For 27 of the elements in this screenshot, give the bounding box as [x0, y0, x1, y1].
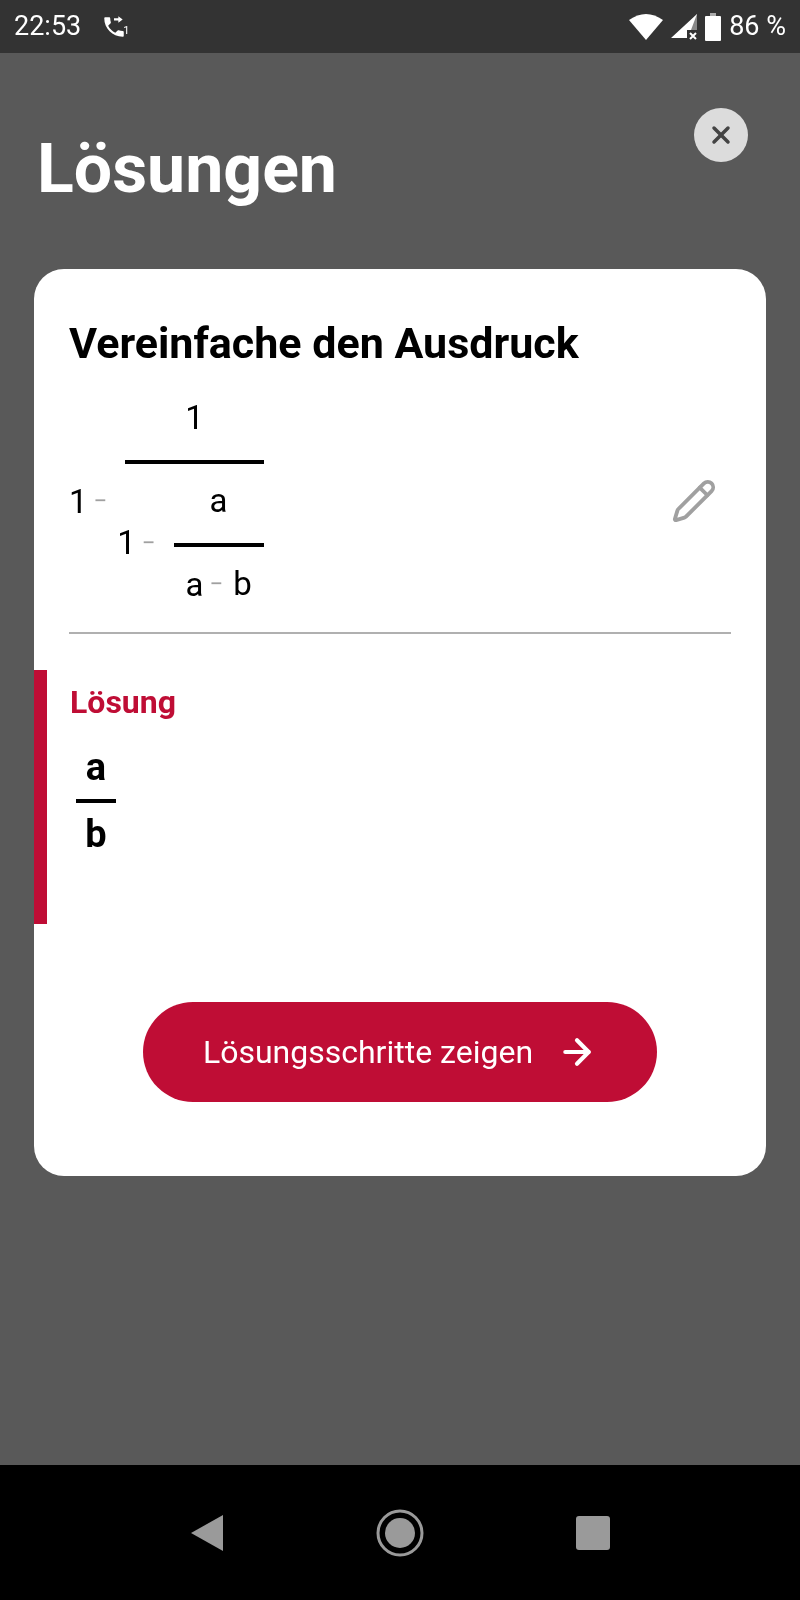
math-symbol: b [233, 563, 252, 603]
edit-button[interactable] [671, 478, 717, 525]
math-symbol: a [209, 480, 228, 520]
math-symbol: b [85, 811, 107, 856]
math-symbol: a [85, 744, 107, 789]
back-icon[interactable] [189, 1512, 225, 1553]
fraction-bar [76, 798, 116, 803]
math-symbol: 1 [69, 484, 88, 518]
pencil-icon [671, 478, 717, 525]
signal-icon [671, 13, 698, 40]
home-icon[interactable] [375, 1507, 425, 1558]
math-symbol: a [185, 567, 204, 601]
minus-sign: − [209, 572, 224, 597]
close-button[interactable] [694, 108, 748, 162]
sim-number: 1 [123, 23, 130, 39]
wifi-icon [629, 13, 664, 40]
show-steps-button[interactable]: Lösungsschritte zeigen [143, 1001, 657, 1102]
math-symbol: 1 [117, 526, 136, 560]
math-symbol: 1 [185, 397, 204, 437]
recents-icon[interactable] [575, 1514, 611, 1551]
clock: 22:53 [14, 9, 82, 45]
battery-level: 86 % [729, 9, 786, 45]
minus-sign: − [141, 530, 156, 555]
minus-sign: − [93, 489, 108, 514]
battery-icon [705, 12, 722, 41]
solution-label: Lösung [70, 681, 176, 723]
card-heading: Vereinfache den Ausdruck [68, 317, 580, 370]
